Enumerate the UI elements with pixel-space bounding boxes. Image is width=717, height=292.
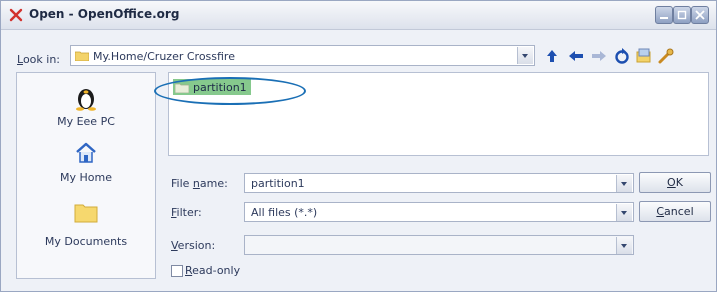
place-label: My Home	[60, 171, 112, 184]
chevron-down-icon[interactable]	[616, 237, 632, 254]
place-my-documents[interactable]: My Documents	[17, 199, 155, 248]
filename-label: File name:	[171, 177, 228, 190]
cancel-button[interactable]: Cancel	[639, 201, 711, 222]
folder-icon	[74, 204, 98, 223]
version-label: Version:	[171, 239, 216, 252]
new-folder-icon[interactable]	[635, 47, 653, 65]
filter-value: All files (*.*)	[251, 206, 318, 219]
close-button[interactable]	[691, 6, 709, 24]
back-arrow-icon[interactable]	[567, 47, 585, 65]
read-only-label[interactable]: Read-only	[185, 264, 240, 277]
place-label: My Documents	[44, 235, 128, 248]
maximize-icon	[677, 10, 687, 20]
filter-label: Filter:	[171, 206, 202, 219]
window-title: Open - OpenOffice.org	[29, 7, 180, 21]
filter-select[interactable]: All files (*.*)	[244, 202, 634, 222]
tux-penguin-icon	[76, 89, 96, 111]
folder-icon	[75, 51, 89, 61]
look-in-combo[interactable]: My.Home/Cruzer Crossfire	[70, 45, 535, 66]
tools-icon[interactable]	[657, 47, 675, 65]
refresh-icon[interactable]	[613, 47, 631, 65]
version-select[interactable]	[244, 235, 634, 255]
look-in-label: Look in:	[17, 53, 60, 66]
filename-value: partition1	[251, 177, 305, 190]
forward-arrow-icon[interactable]	[590, 47, 608, 65]
look-in-value: My.Home/Cruzer Crossfire	[93, 50, 235, 63]
title-bar[interactable]: Open - OpenOffice.org	[1, 1, 716, 30]
place-my-eee-pc[interactable]: My Eee PC	[17, 85, 155, 129]
maximize-button[interactable]	[673, 6, 691, 24]
chevron-down-icon[interactable]	[616, 204, 632, 221]
annotation-circle	[154, 77, 306, 105]
filename-field[interactable]: partition1	[244, 173, 634, 193]
place-label: My Eee PC	[57, 115, 115, 128]
ok-button[interactable]: OK	[639, 172, 711, 193]
up-arrow-icon[interactable]	[543, 47, 561, 65]
close-icon	[695, 10, 705, 20]
read-only-checkbox[interactable]	[171, 265, 183, 277]
minimize-button[interactable]	[655, 6, 673, 24]
chevron-down-icon[interactable]	[517, 47, 533, 64]
places-panel: My Eee PC My Home My Documents	[16, 72, 156, 279]
home-icon	[76, 142, 96, 163]
place-my-home[interactable]: My Home	[17, 141, 155, 185]
minimize-icon	[660, 17, 668, 19]
open-dialog: Open - OpenOffice.org Look in: My.Home/C…	[0, 0, 717, 292]
chevron-down-icon[interactable]	[616, 175, 632, 192]
openoffice-logo-icon	[9, 8, 23, 22]
